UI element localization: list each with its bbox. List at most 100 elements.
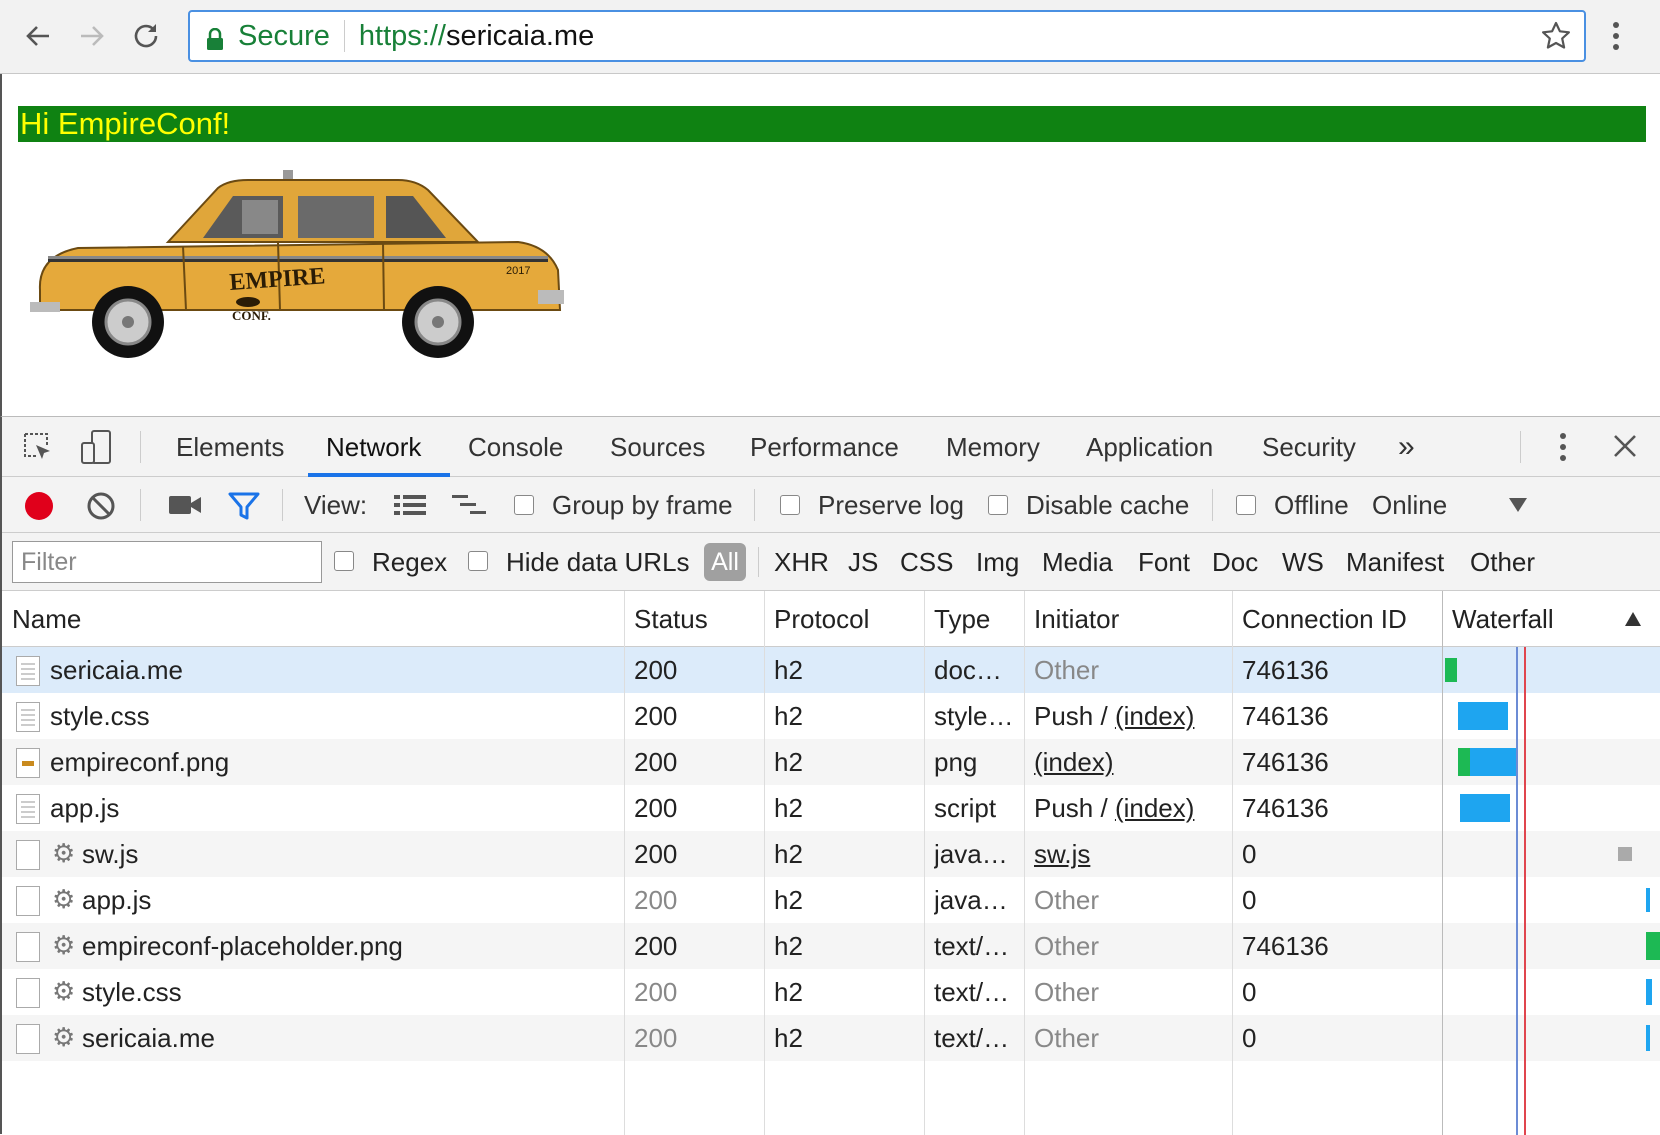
filter-input[interactable]: Filter (12, 541, 322, 583)
column-header-connection-id[interactable]: Connection ID (1242, 591, 1407, 647)
regex-checkbox[interactable] (334, 551, 354, 571)
group-by-frame-checkbox[interactable] (514, 495, 534, 515)
request-connection-id: 0 (1242, 885, 1257, 915)
reload-icon (134, 24, 158, 48)
column-header-status[interactable]: Status (634, 591, 708, 647)
tab-elements[interactable]: Elements (176, 417, 284, 477)
request-name[interactable]: app.js (82, 877, 612, 923)
request-initiator[interactable]: (index) (1034, 739, 1228, 785)
request-name[interactable]: empireconf.png (50, 739, 612, 785)
table-row[interactable]: ⚙ sw.js 200 h2 java… sw.js 0 (2, 831, 1660, 877)
filter-toggle-icon[interactable] (228, 491, 260, 526)
initiator-text[interactable]: (index) (1034, 747, 1113, 777)
table-row[interactable]: ⚙ empireconf-placeholder.png 200 h2 text… (2, 923, 1660, 969)
browser-menu-icon[interactable] (1610, 18, 1622, 59)
filter-type-media[interactable]: Media (1042, 533, 1113, 591)
hide-data-urls-checkbox[interactable] (468, 551, 488, 571)
tab-memory[interactable]: Memory (946, 417, 1040, 477)
filter-type-doc[interactable]: Doc (1212, 533, 1258, 591)
request-name[interactable]: sericaia.me (50, 647, 612, 693)
column-header-waterfall[interactable]: Waterfall (1452, 591, 1554, 647)
bookmark-star-icon[interactable] (1540, 20, 1572, 60)
request-name[interactable]: sericaia.me (82, 1015, 612, 1061)
sort-ascending-icon[interactable] (1624, 611, 1642, 632)
initiator-text[interactable]: sw.js (1034, 839, 1090, 869)
record-button[interactable] (24, 491, 54, 526)
throttling-select[interactable]: Online (1372, 477, 1447, 533)
column-header-initiator[interactable]: Initiator (1034, 591, 1119, 647)
tab-sources[interactable]: Sources (610, 417, 705, 477)
inspect-element-icon[interactable] (22, 431, 54, 468)
request-name[interactable]: empireconf-placeholder.png (82, 923, 612, 969)
waterfall-bar (1646, 1025, 1650, 1051)
request-initiator[interactable]: Push / (index) (1034, 785, 1228, 831)
devtools-menu-icon[interactable] (1558, 431, 1568, 468)
filter-type-img[interactable]: Img (976, 533, 1019, 591)
request-name[interactable]: style.css (82, 969, 612, 1015)
filter-type-css[interactable]: CSS (900, 533, 953, 591)
request-connection-id: 746136 (1242, 931, 1329, 961)
request-initiator[interactable]: sw.js (1034, 831, 1228, 877)
toolbar-divider (754, 489, 755, 521)
column-header-name[interactable]: Name (12, 591, 81, 647)
table-row[interactable]: ⚙ style.css 200 h2 text/… Other 0 (2, 969, 1660, 1015)
clear-button[interactable] (86, 491, 116, 526)
request-status: 200 (634, 747, 678, 777)
filter-type-other[interactable]: Other (1470, 533, 1535, 591)
document-file-icon (16, 702, 40, 732)
tab-application[interactable]: Application (1086, 417, 1213, 477)
request-name[interactable]: sw.js (82, 831, 612, 877)
request-name[interactable]: app.js (50, 785, 612, 831)
request-name[interactable]: style.css (50, 693, 612, 739)
filter-type-manifest[interactable]: Manifest (1346, 533, 1444, 591)
address-bar[interactable]: Secure https:// sericaia.me (188, 10, 1586, 62)
gear-icon: ⚙ (52, 1022, 76, 1052)
more-tabs-icon[interactable]: » (1398, 417, 1415, 477)
filter-type-ws[interactable]: WS (1282, 533, 1324, 591)
table-row[interactable]: ⚙ app.js 200 h2 java… Other 0 (2, 877, 1660, 923)
back-button[interactable] (16, 14, 60, 58)
capture-screenshots-icon[interactable] (168, 493, 202, 522)
close-devtools-icon[interactable] (1612, 433, 1638, 464)
table-row[interactable]: app.js 200 h2 script Push / (index) 7461… (2, 785, 1660, 831)
chevron-down-icon[interactable] (1508, 497, 1528, 518)
forward-button[interactable] (70, 14, 114, 58)
initiator-text[interactable]: Push / (index) (1034, 793, 1194, 823)
large-rows-icon[interactable] (394, 493, 426, 522)
tab-performance[interactable]: Performance (750, 417, 899, 477)
tab-console[interactable]: Console (468, 417, 563, 477)
tab-security[interactable]: Security (1262, 417, 1356, 477)
column-header-type[interactable]: Type (934, 591, 990, 647)
request-protocol: h2 (774, 793, 803, 823)
preserve-log-checkbox[interactable] (780, 495, 800, 515)
filter-type-js[interactable]: JS (848, 533, 878, 591)
device-toolbar-icon[interactable] (80, 429, 114, 470)
request-initiator[interactable]: Push / (index) (1034, 693, 1228, 739)
request-protocol: h2 (774, 701, 803, 731)
initiator-text: Other (1034, 885, 1100, 915)
table-row[interactable]: ⚙ sericaia.me 200 h2 text/… Other 0 (2, 1015, 1660, 1061)
regex-label: Regex (372, 547, 448, 577)
offline-label: Offline (1274, 490, 1349, 520)
request-type: doc… (934, 655, 1002, 685)
table-row[interactable]: sericaia.me 200 h2 doc… Other 746136 (2, 647, 1660, 693)
column-header-protocol[interactable]: Protocol (774, 591, 869, 647)
overview-icon[interactable] (452, 493, 486, 522)
waterfall-dom-content-line (1516, 647, 1518, 1135)
filter-type-font[interactable]: Font (1138, 533, 1190, 591)
column-divider (1024, 591, 1025, 1135)
taxi-year: 2017 (506, 265, 530, 277)
table-row[interactable]: empireconf.png 200 h2 png (index) 746136 (2, 739, 1660, 785)
waterfall-bar (1470, 748, 1518, 776)
disable-cache-checkbox[interactable] (988, 495, 1008, 515)
request-status: 200 (634, 931, 678, 961)
filter-type-xhr[interactable]: XHR (774, 533, 829, 591)
offline-checkbox[interactable] (1236, 495, 1256, 515)
tab-network[interactable]: Network (326, 417, 421, 477)
table-row[interactable]: style.css 200 h2 style… Push / (index) 7… (2, 693, 1660, 739)
reload-button[interactable] (124, 14, 168, 58)
filter-type-all[interactable]: All (704, 543, 746, 581)
request-type: text/… (934, 977, 1010, 1007)
initiator-text[interactable]: Push / (index) (1034, 701, 1194, 731)
document-file-icon (16, 656, 40, 686)
